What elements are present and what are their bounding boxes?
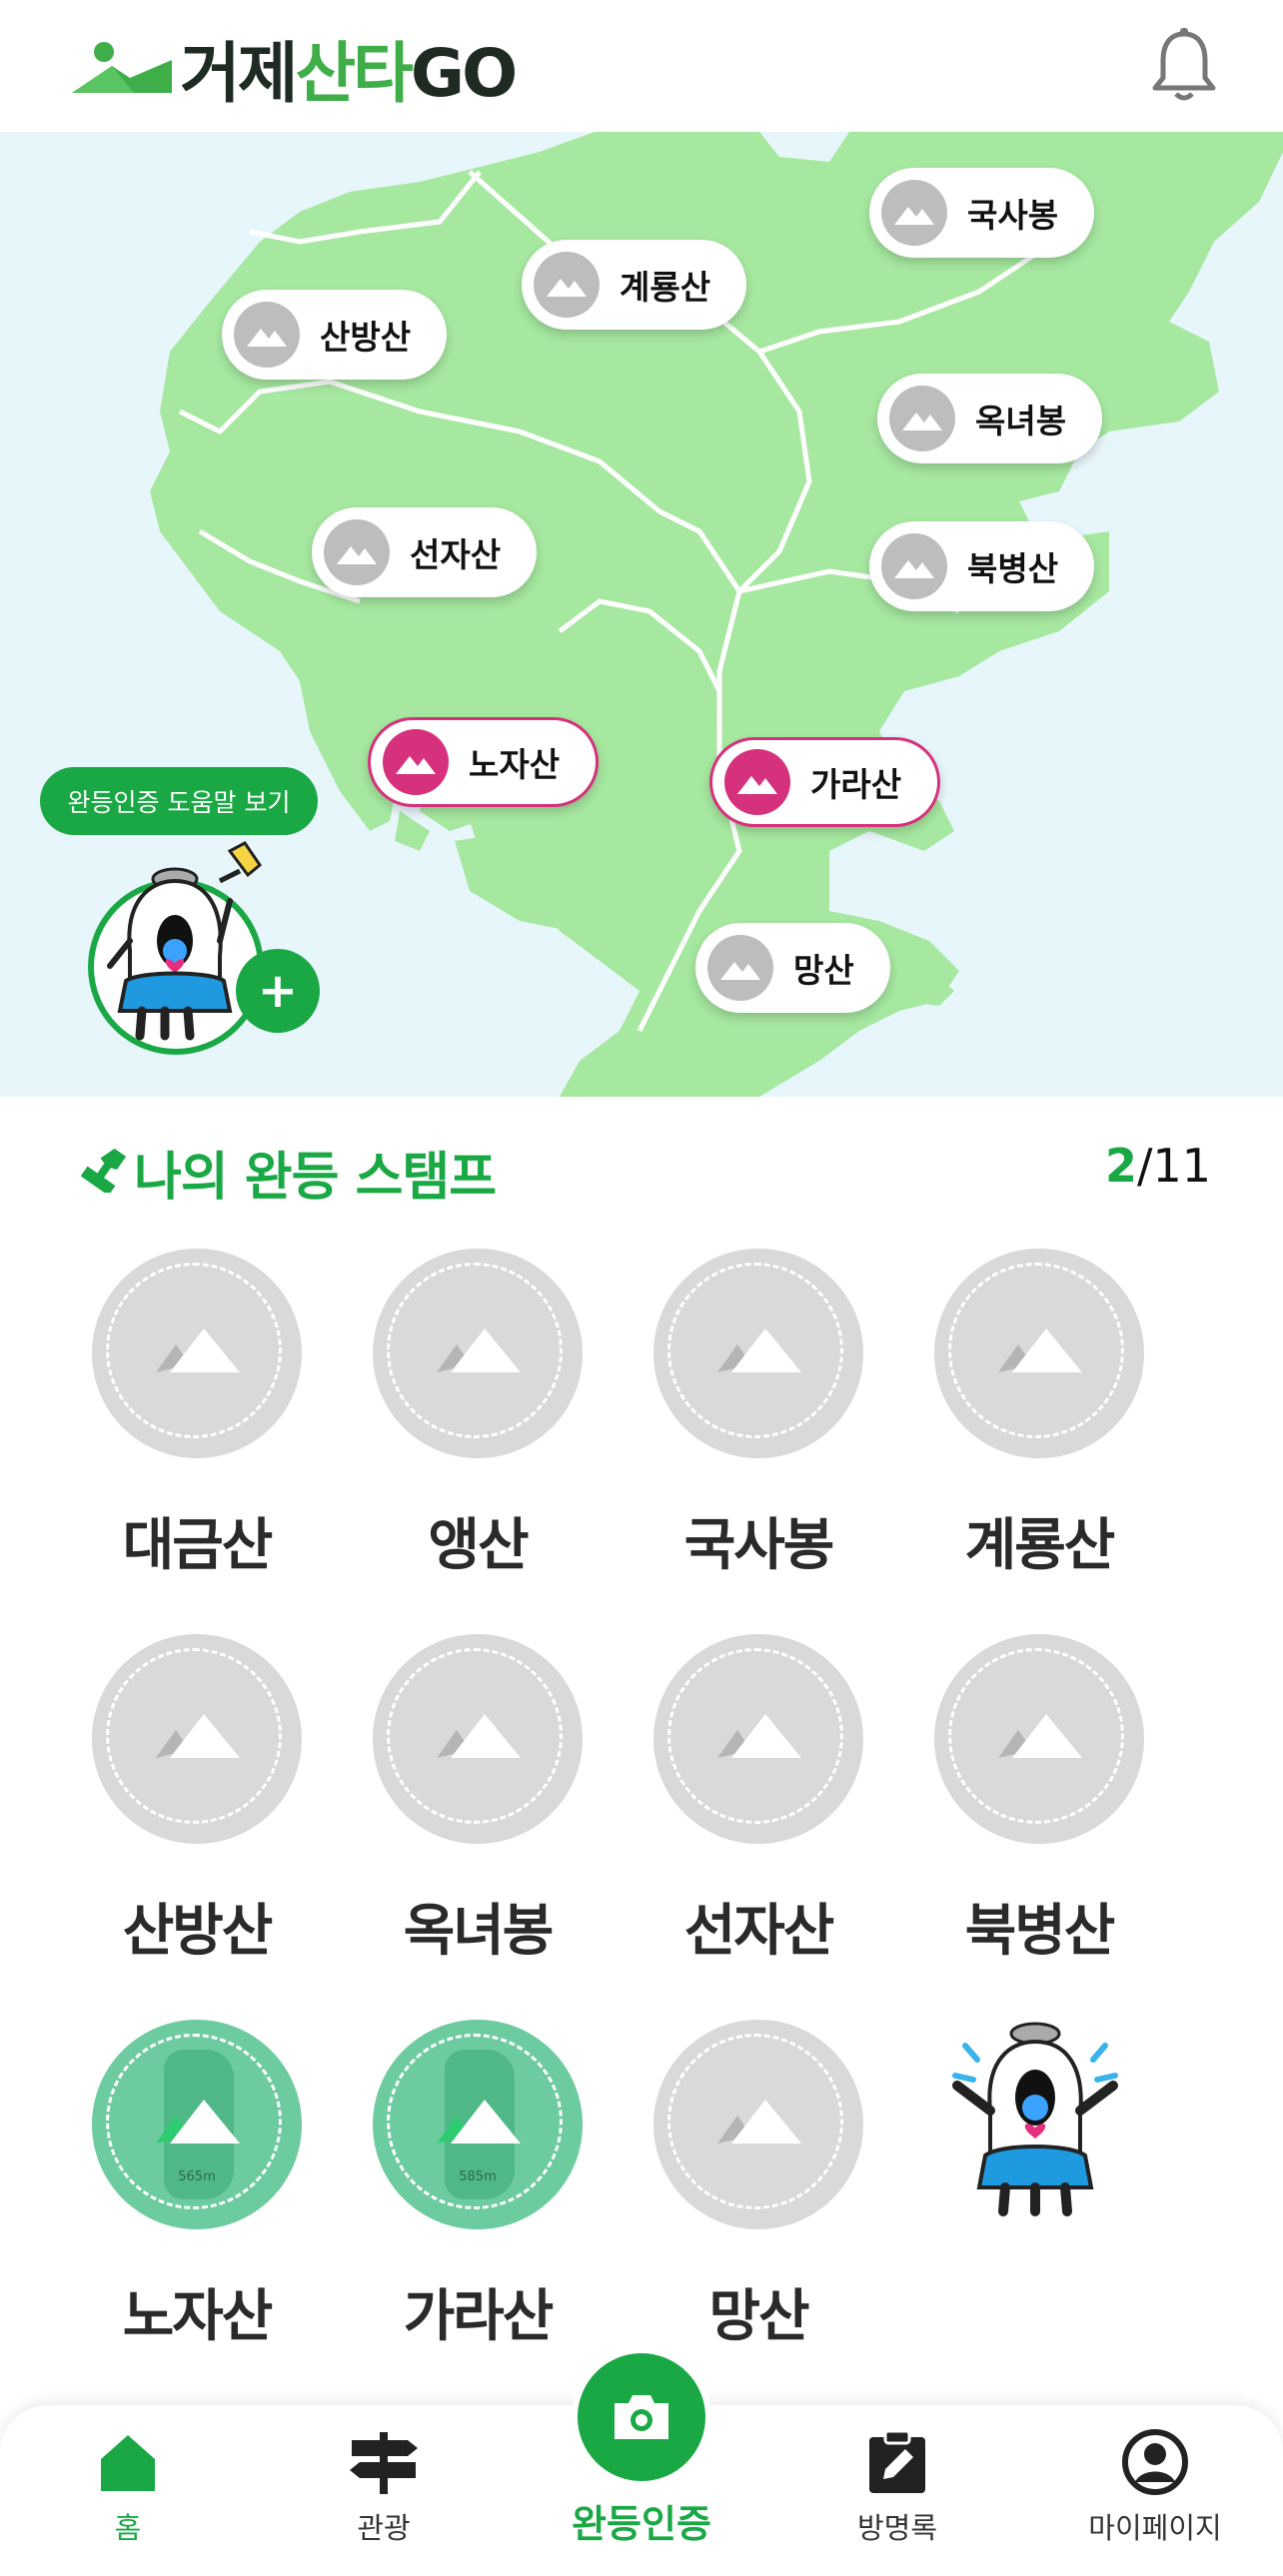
stamp-item[interactable]: 565m 노자산 bbox=[92, 2020, 302, 2352]
map-pin-nojasan[interactable]: 노자산 bbox=[368, 717, 600, 807]
mountain-icon bbox=[156, 1714, 240, 1758]
certify-label[interactable]: 완등인증 bbox=[542, 2493, 741, 2548]
stamp-name: 북병산 bbox=[964, 1899, 1116, 1964]
nav-mypage[interactable]: 마이페이지 bbox=[1055, 2427, 1255, 2547]
mountain-icon bbox=[881, 533, 947, 599]
stamp-item[interactable]: 산방산 bbox=[92, 1634, 302, 1967]
map-pin-seonjasan[interactable]: 선자산 bbox=[312, 507, 538, 597]
help-bubble-button[interactable]: 완등인증 도움말 보기 bbox=[40, 767, 318, 835]
home-icon bbox=[101, 2435, 155, 2491]
stamp-badge bbox=[653, 2020, 863, 2229]
mountain-icon bbox=[383, 729, 449, 795]
bell-icon bbox=[1152, 28, 1216, 101]
nav-guestbook[interactable]: 방명록 bbox=[797, 2427, 997, 2547]
mountain-icon bbox=[324, 519, 390, 585]
stamp-item[interactable]: 선자산 bbox=[653, 1634, 863, 1967]
stamp-item[interactable]: 앵산 bbox=[373, 1249, 583, 1581]
stamp-name: 국사봉 bbox=[683, 1513, 835, 1578]
stamp-item[interactable]: 북병산 bbox=[934, 1634, 1144, 1967]
mountain-icon bbox=[717, 1328, 801, 1372]
stamp-item[interactable]: 대금산 bbox=[92, 1249, 302, 1581]
stamp-icon bbox=[80, 1148, 126, 1193]
mountain-icon bbox=[234, 302, 300, 368]
stamp-badge bbox=[373, 1249, 583, 1458]
mountain-logo-icon bbox=[72, 42, 172, 93]
mountain-icon bbox=[881, 180, 947, 246]
certify-camera-button[interactable] bbox=[572, 2347, 711, 2487]
notification-bell-button[interactable] bbox=[1149, 26, 1219, 106]
map-pin-bukbyeongsan[interactable]: 북병산 bbox=[869, 521, 1095, 611]
app-logo[interactable]: 거제산타GO bbox=[72, 28, 518, 112]
stamp-badge bbox=[373, 1634, 583, 1844]
stamp-item[interactable]: 계룡산 bbox=[934, 1249, 1144, 1581]
stamp-badge bbox=[92, 1249, 302, 1458]
stamp-badge: 585m bbox=[373, 2020, 583, 2229]
mountain-icon bbox=[156, 1328, 240, 1372]
mountain-icon bbox=[717, 1714, 801, 1758]
mascot-cheering-icon bbox=[952, 2022, 1118, 2216]
stamp-name: 앵산 bbox=[428, 1513, 529, 1578]
mountain-icon bbox=[998, 1328, 1082, 1372]
stamp-item[interactable]: 585m 가라산 bbox=[373, 2020, 583, 2352]
map-pin-oknyeobong[interactable]: 옥녀봉 bbox=[877, 374, 1103, 463]
mountain-icon bbox=[437, 1328, 521, 1372]
nav-home[interactable]: 홈 bbox=[28, 2427, 228, 2547]
mountain-icon bbox=[717, 2100, 801, 2144]
stamps-title: 나의 완등 스탬프 bbox=[134, 1148, 497, 1208]
map-pin-garasan[interactable]: 가라산 bbox=[709, 737, 941, 827]
stamp-badge bbox=[934, 1249, 1144, 1458]
mountain-icon bbox=[998, 1714, 1082, 1758]
stamps-header: 나의 완등 스탬프 2/11 bbox=[72, 1129, 1211, 1209]
mountain-icon bbox=[437, 1714, 521, 1758]
mountain-icon bbox=[156, 2100, 240, 2144]
stamp-badge bbox=[653, 1249, 863, 1458]
mascot-character-icon bbox=[107, 841, 263, 1041]
stamp-badge bbox=[934, 1634, 1144, 1844]
stamp-item[interactable]: 국사봉 bbox=[653, 1249, 863, 1581]
stamp-badge bbox=[653, 1634, 863, 1844]
logo-text: 거제산타GO bbox=[180, 35, 518, 112]
stamp-badge bbox=[92, 1634, 302, 1844]
nav-tour[interactable]: 관광 bbox=[284, 2427, 484, 2547]
app-header: 거제산타GO bbox=[0, 0, 1283, 132]
map-pin-mangsan[interactable]: 망산 bbox=[695, 923, 890, 1013]
stamp-name: 계룡산 bbox=[964, 1513, 1116, 1578]
signpost-icon bbox=[350, 2432, 418, 2494]
mountain-icon bbox=[707, 935, 773, 1001]
mountain-icon bbox=[889, 386, 955, 451]
mountain-icon bbox=[724, 749, 790, 815]
clipboard-edit-icon bbox=[869, 2429, 925, 2493]
stamp-name: 망산 bbox=[708, 2284, 809, 2349]
stamp-name: 옥녀봉 bbox=[403, 1899, 555, 1964]
stamp-name: 산방산 bbox=[122, 1899, 274, 1964]
stamps-count: 2/11 bbox=[1104, 1139, 1211, 1193]
stamp-item[interactable]: 옥녀봉 bbox=[373, 1634, 583, 1967]
stamp-name: 대금산 bbox=[122, 1513, 274, 1578]
stamp-name: 선자산 bbox=[683, 1899, 835, 1964]
stamp-badge: 565m bbox=[92, 2020, 302, 2229]
stamp-name: 가라산 bbox=[403, 2284, 555, 2349]
stamp-item[interactable]: 망산 bbox=[653, 2020, 863, 2352]
mountain-icon bbox=[437, 2100, 521, 2144]
stamp-name: 노자산 bbox=[122, 2284, 274, 2349]
user-circle-icon bbox=[1122, 2429, 1188, 2495]
mountain-icon bbox=[534, 252, 600, 318]
map-pin-guksabong[interactable]: 국사봉 bbox=[869, 168, 1095, 258]
mountain-map[interactable]: 국사봉 계룡산 산방산 옥녀봉 선자산 북병산 노자산 가라산 망산 완등인증 … bbox=[0, 132, 1283, 1097]
map-pin-gyeryongsan[interactable]: 계룡산 bbox=[522, 240, 747, 330]
camera-icon bbox=[615, 2395, 668, 2439]
map-pin-sanbangsan[interactable]: 산방산 bbox=[222, 290, 448, 380]
